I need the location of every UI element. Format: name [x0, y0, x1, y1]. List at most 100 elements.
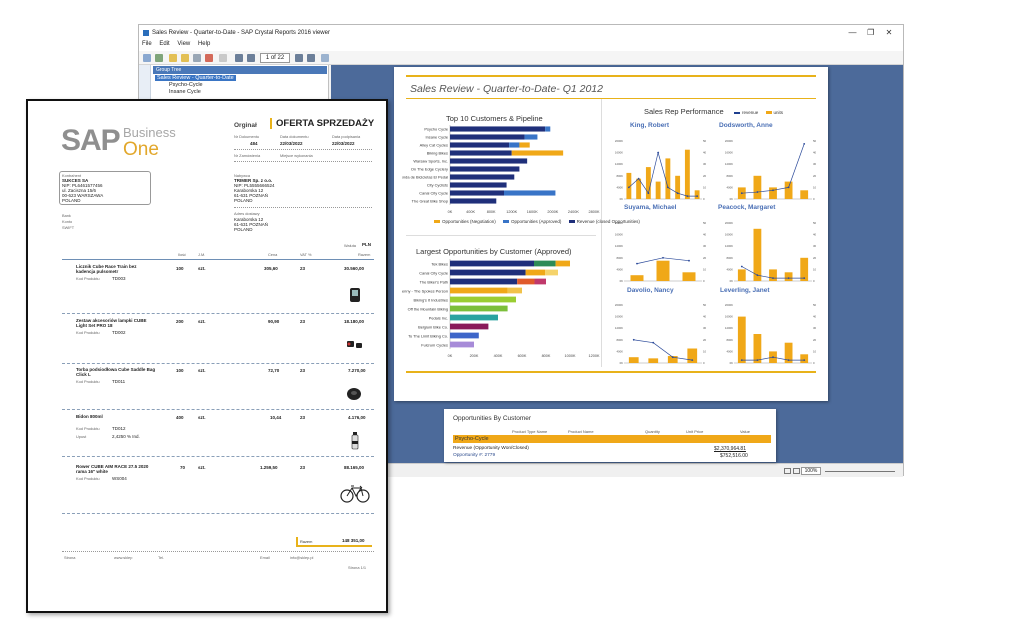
rep-y-tick: 1600K — [725, 315, 733, 319]
menu-view[interactable]: View — [177, 41, 190, 47]
tree-root[interactable]: Sales Review - Quarter-to-Date — [155, 75, 236, 81]
rep-y-tick: 1600K — [725, 151, 733, 155]
item-1-rule — [62, 313, 374, 314]
rep-y-tick: 800K — [726, 256, 733, 260]
rep-y-tick: 1600K — [615, 233, 623, 237]
category-label: Warsaw Sports, Inc. — [413, 159, 448, 164]
stop-icon[interactable] — [321, 54, 329, 62]
bike-computer-image — [350, 288, 360, 302]
largest-chart: Tek Bikes Canal City Cycle The Biker's Pat… — [402, 259, 600, 358]
previous-page-icon[interactable] — [247, 54, 255, 62]
section-divider — [406, 235, 596, 236]
item-4-price: 10,44 — [270, 415, 282, 420]
legend-swatch-revenue — [568, 220, 575, 224]
rep-y-tick: 0K — [620, 197, 624, 201]
rep-revenue-point — [740, 265, 743, 268]
item-2-total: 18.180,00 — [344, 319, 365, 324]
bar — [519, 142, 530, 148]
fit-page-icon[interactable] — [793, 468, 800, 474]
zoom-level[interactable]: 100% — [801, 467, 821, 475]
last-page-icon[interactable] — [307, 54, 315, 62]
header-rule — [62, 259, 374, 260]
rep-y2-tick: 50 — [703, 303, 707, 307]
x-tick-label: 2000K — [547, 210, 558, 214]
top10-title: Top 10 Customers & Pipeline — [446, 114, 543, 123]
new-icon[interactable] — [155, 54, 163, 62]
category-label: The Biker's Path — [420, 279, 448, 284]
item-1-code: TD003 — [112, 276, 126, 281]
rep-y-tick: 0K — [730, 197, 734, 201]
category-label: On The Edge Cyclery — [411, 167, 448, 172]
menu-help[interactable]: Help — [198, 41, 210, 47]
rep-y2-tick: 20 — [813, 256, 817, 260]
x-tick-label: 600K — [518, 354, 527, 358]
rep-y-tick: 1200K — [725, 326, 733, 330]
minimize-button[interactable]: — — [845, 28, 861, 37]
category-label: Psycho Cycle — [424, 127, 448, 132]
meta-rule — [234, 149, 372, 150]
menu-edit[interactable]: Edit — [159, 41, 169, 47]
delivery-address-label: Adres dostawy — [234, 211, 260, 216]
revenue-label: Revenue (Opportunity Won/Closed) — [453, 446, 529, 451]
bar — [450, 142, 510, 148]
legend-swatch-rep-revenue — [734, 111, 740, 114]
item-5-code: WS004 — [112, 476, 127, 481]
col-quantity: Quantity — [645, 429, 660, 434]
header-price: Cena — [268, 252, 278, 257]
rep-revenue-point — [772, 277, 774, 279]
menu-file[interactable]: File — [142, 41, 152, 47]
page-number-input[interactable]: 1 of 22 — [260, 53, 290, 63]
x-tick-label: 1200K — [589, 354, 600, 358]
rep-units-bar — [737, 269, 746, 281]
first-page-icon[interactable] — [235, 54, 243, 62]
x-tick-label: 1200K — [506, 210, 517, 214]
footer-page-label: Strona — [64, 555, 76, 560]
header-unit: J.M. — [198, 252, 206, 257]
category-label: Off the Mountain Biking — [408, 306, 448, 311]
close-button[interactable]: ✕ — [881, 28, 897, 37]
tree-item-psycho-cycle[interactable]: Psycho-Cycle — [155, 82, 236, 89]
maximize-button[interactable]: ❐ — [863, 28, 879, 37]
bar — [545, 126, 551, 132]
item-3-qty: 100 — [176, 368, 184, 373]
rep-y-tick: 800K — [726, 338, 733, 342]
export-icon[interactable] — [181, 54, 189, 62]
rep-units-bar — [665, 158, 671, 199]
x-tick-label: 1600K — [527, 210, 538, 214]
rep-revenue-point — [662, 256, 664, 259]
report-title: Sales Review - Quarter-to-Date- Q1 2012 — [410, 83, 603, 95]
delivery-country: POLAND — [234, 227, 253, 232]
rep-y2-tick: 50 — [813, 303, 817, 307]
item-2-rule — [62, 363, 374, 364]
item-4-code-label: Kod Produktu — [76, 426, 100, 431]
footer-rule — [62, 551, 374, 552]
group-tree-toggle-icon[interactable] — [219, 54, 227, 62]
rep-y2-tick: 10 — [813, 267, 817, 271]
tree-item-insane-cycle[interactable]: Insane Cycle — [155, 89, 236, 96]
rep-units-bar — [784, 181, 793, 199]
item-3-code: TD011 — [112, 379, 126, 384]
bar — [504, 190, 556, 196]
rep-y-tick: 1600K — [615, 315, 623, 319]
page-view-icon[interactable] — [784, 468, 791, 474]
bar — [524, 134, 538, 140]
next-page-icon[interactable] — [295, 54, 303, 62]
item-1-code-label: Kod Produktu — [76, 276, 100, 281]
rep-y2-tick: 50 — [703, 221, 707, 225]
rep-revenue-point — [637, 177, 640, 180]
category-label: Tienda de Bicicletas El Pedal — [402, 175, 448, 180]
category-label: City Cyclists — [427, 183, 448, 188]
bar — [450, 126, 546, 132]
item-5-price: 1.259,50 — [260, 465, 278, 470]
rep-y2-tick: 0 — [813, 361, 815, 365]
rep-y-tick: 1200K — [615, 162, 623, 166]
rep-revenue-point — [803, 143, 806, 145]
rep-y2-tick: 40 — [703, 151, 707, 155]
x-tick-label: 1000K — [565, 354, 576, 358]
refresh-icon[interactable] — [143, 54, 151, 62]
print-icon[interactable] — [193, 54, 201, 62]
open-folder-icon[interactable] — [169, 54, 177, 62]
zoom-slider[interactable] — [825, 471, 895, 472]
print-setup-icon[interactable] — [205, 54, 213, 62]
item-5-qty: 70 — [180, 465, 186, 470]
